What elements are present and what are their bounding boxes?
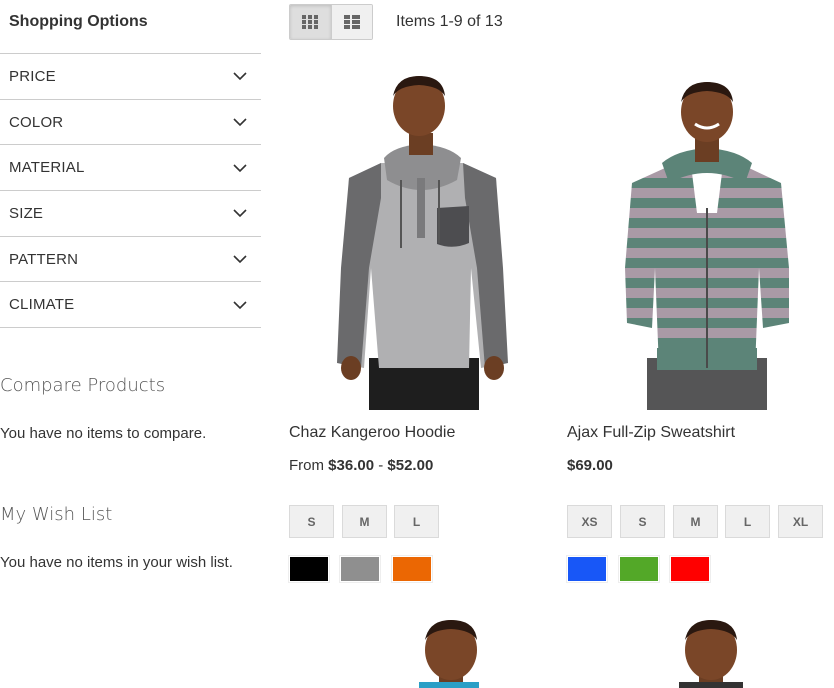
size-swatch[interactable]: S <box>289 505 334 538</box>
color-swatch-green[interactable] <box>618 555 660 583</box>
color-swatch-blue[interactable] <box>566 555 608 583</box>
size-swatch[interactable]: L <box>394 505 439 538</box>
product-name-link[interactable]: Ajax Full-Zip Sweatshirt <box>567 424 735 442</box>
toolbar-amount: Items 1-9 of 13 <box>396 13 503 30</box>
filter-material[interactable]: MATERIAL <box>0 145 261 192</box>
grid-view-button[interactable] <box>290 5 331 39</box>
chevron-down-icon <box>233 118 247 127</box>
wishlist-empty-message: You have no items in your wish list. <box>0 554 233 571</box>
price-prefix: From <box>289 457 324 474</box>
color-swatch-red[interactable] <box>669 555 711 583</box>
compare-empty-message: You have no items to compare. <box>0 425 207 442</box>
compare-products-title: Compare Products <box>0 375 166 396</box>
product-image-next-1[interactable] <box>289 612 549 688</box>
chevron-down-icon <box>233 255 247 264</box>
list-view-button[interactable] <box>330 5 372 39</box>
product-image-chaz-hoodie[interactable] <box>289 68 549 410</box>
filter-label: CLIMATE <box>9 296 75 314</box>
size-swatch[interactable]: L <box>725 505 770 538</box>
chevron-down-icon <box>233 301 247 309</box>
grid-icon <box>302 15 319 29</box>
price-value: $69.00 <box>567 457 613 474</box>
filter-label: PRICE <box>9 67 56 85</box>
filter-color[interactable]: COLOR <box>0 100 261 146</box>
product-price: From $36.00 - $52.00 <box>289 457 433 474</box>
filter-pattern[interactable]: PATTERN <box>0 237 261 283</box>
chevron-down-icon <box>233 72 247 81</box>
filter-label: COLOR <box>9 113 64 131</box>
size-swatch[interactable]: M <box>673 505 718 538</box>
size-swatch[interactable]: S <box>620 505 665 538</box>
product-image-next-2[interactable] <box>567 612 827 688</box>
shopping-options-title: Shopping Options <box>9 13 148 30</box>
price-separator: - <box>378 457 384 474</box>
size-swatch[interactable]: M <box>342 505 387 538</box>
color-swatch-gray[interactable] <box>339 555 381 583</box>
chevron-down-icon <box>233 209 247 218</box>
chevron-down-icon <box>233 164 247 172</box>
product-name-link[interactable]: Chaz Kangeroo Hoodie <box>289 424 455 442</box>
filter-list: PRICE COLOR MATERIAL SIZE PATTERN CLIMAT… <box>0 53 261 329</box>
filter-label: SIZE <box>9 204 44 222</box>
view-mode-switcher <box>289 4 373 40</box>
product-price: $69.00 <box>567 457 613 474</box>
color-swatch-orange[interactable] <box>391 555 433 583</box>
price-from: $36.00 <box>328 457 375 474</box>
list-icon <box>343 15 360 29</box>
product-image-ajax-sweatshirt[interactable] <box>567 68 827 410</box>
filter-climate[interactable]: CLIMATE <box>0 282 261 329</box>
filter-label: MATERIAL <box>9 159 85 177</box>
size-swatch[interactable]: XS <box>567 505 612 538</box>
size-swatch[interactable]: XL <box>778 505 823 538</box>
filter-price[interactable]: PRICE <box>0 54 261 100</box>
color-swatch-black[interactable] <box>288 555 330 583</box>
filter-label: PATTERN <box>9 250 79 268</box>
price-to: $52.00 <box>387 457 434 474</box>
wishlist-title: My Wish List <box>0 504 113 525</box>
filter-size[interactable]: SIZE <box>0 191 261 237</box>
